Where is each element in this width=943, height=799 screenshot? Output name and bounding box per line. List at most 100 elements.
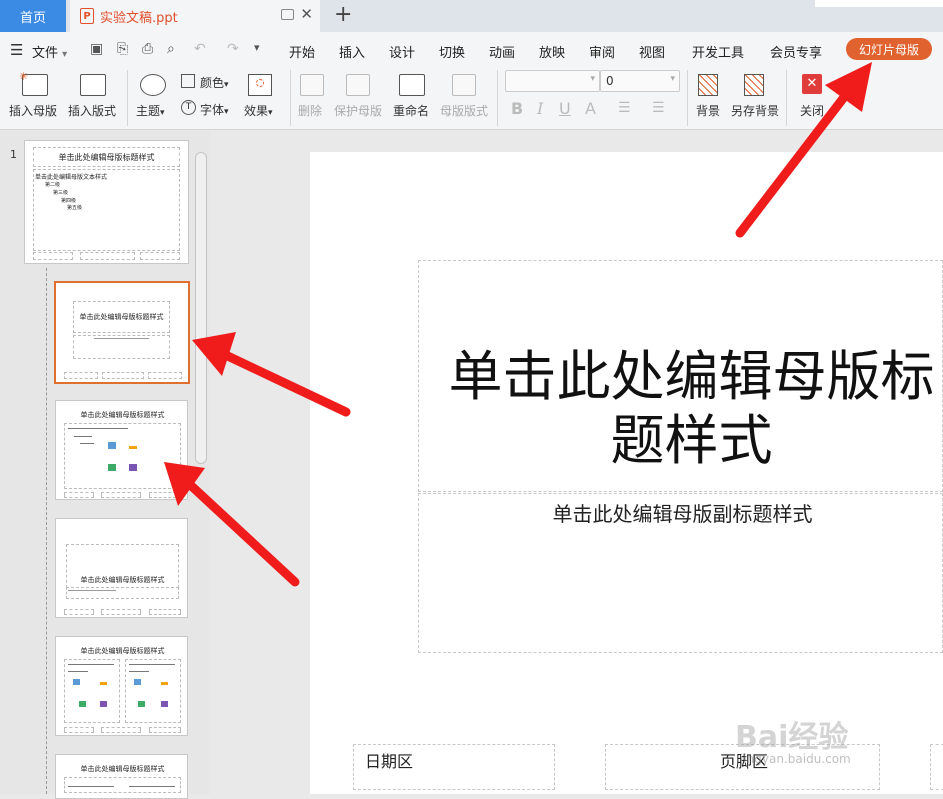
- thumb-title: 单击此处编辑母版标题样式: [80, 576, 165, 584]
- ppt-file-icon: P: [80, 8, 94, 24]
- baidu-watermark: Bai经验: [735, 720, 849, 755]
- watermark-url: jingyan.baidu.com: [740, 752, 851, 766]
- section-layout-thumb[interactable]: 单击此处编辑母版标题样式: [55, 518, 188, 618]
- background-button[interactable]: 背景: [696, 102, 720, 119]
- thumb-body-line: [129, 664, 175, 665]
- effects-button[interactable]: 效果▾: [244, 102, 273, 119]
- save-background-icon[interactable]: [744, 74, 764, 96]
- menu-view[interactable]: 视图: [639, 42, 665, 61]
- separator: [687, 70, 688, 126]
- separator: [290, 70, 291, 126]
- font-color-icon[interactable]: A: [585, 99, 596, 118]
- menu-design[interactable]: 设计: [389, 42, 415, 61]
- delete-button[interactable]: 删除: [298, 102, 322, 119]
- fonts-button[interactable]: 字体▾: [200, 101, 229, 118]
- thumb-date-placeholder: [64, 372, 98, 379]
- slide-number-placeholder[interactable]: [930, 744, 943, 790]
- slide-title: 单击此处编辑母版标题样式: [448, 345, 935, 472]
- menu-review[interactable]: 审阅: [589, 42, 615, 61]
- font-icon: T: [181, 100, 196, 115]
- thumb-footer-placeholder: [101, 727, 141, 733]
- thumb-number-placeholder: [140, 252, 180, 260]
- insert-master-button[interactable]: 插入母版: [9, 102, 57, 119]
- thumb-footer-placeholder: [80, 252, 135, 260]
- menu-member[interactable]: 会员专享: [770, 42, 822, 61]
- content-layout-thumb[interactable]: 单击此处编辑母版标题样式: [55, 400, 188, 500]
- undo-icon[interactable]: ↶: [194, 41, 206, 57]
- slide-master-tab[interactable]: 幻灯片母版: [846, 38, 932, 60]
- master-layout-icon[interactable]: [452, 74, 476, 96]
- table-icon: [108, 464, 116, 471]
- bold-icon[interactable]: B: [511, 99, 523, 118]
- preview-icon[interactable]: ⌕: [167, 41, 175, 57]
- save-background-button[interactable]: 另存背景: [731, 102, 779, 119]
- italic-icon[interactable]: I: [537, 99, 543, 118]
- delete-icon[interactable]: [300, 74, 324, 96]
- thumb-title: 单击此处编辑母版标题样式: [58, 153, 155, 162]
- numbered-list-icon[interactable]: ☰: [652, 100, 665, 116]
- two-content-layout-thumb[interactable]: 单击此处编辑母版标题样式: [55, 636, 188, 736]
- protect-master-button[interactable]: 保护母版: [334, 102, 382, 119]
- font-size-value: 0: [606, 74, 614, 88]
- slides-scrollbar-thumb[interactable]: [195, 152, 207, 464]
- thumb-number-placeholder: [148, 372, 182, 379]
- palette-icon[interactable]: [140, 74, 166, 96]
- picture-icon: [108, 442, 116, 449]
- underline-icon[interactable]: U: [559, 99, 571, 118]
- print-icon[interactable]: ⎙: [142, 41, 153, 57]
- thumb-date-placeholder: [64, 492, 94, 498]
- insert-layout-button[interactable]: 插入版式: [68, 102, 116, 119]
- effects-sparkle-icon: [256, 79, 264, 87]
- close-master-button[interactable]: 关闭: [800, 102, 824, 119]
- thumb-footer-placeholder: [102, 372, 144, 379]
- thumb-number-placeholder: [149, 609, 181, 615]
- theme-button[interactable]: 主题▾: [136, 102, 165, 119]
- font-size-select[interactable]: 0 ▾: [600, 70, 680, 92]
- document-tab[interactable]: P 实验文稿.ppt ✕: [70, 0, 320, 32]
- menu-start[interactable]: 开始: [289, 42, 315, 61]
- menu-animation[interactable]: 动画: [489, 42, 515, 61]
- chart-icon: [100, 679, 107, 685]
- rename-icon[interactable]: [399, 74, 425, 96]
- file-menu[interactable]: 文件 ▾: [32, 42, 67, 61]
- menu-slideshow[interactable]: 放映: [539, 42, 565, 61]
- table-icon: [79, 701, 86, 707]
- more-icon[interactable]: ▾: [254, 41, 260, 54]
- theme-label: 主题: [136, 104, 161, 118]
- menu-transition[interactable]: 切换: [439, 42, 465, 61]
- home-tab[interactable]: 首页: [0, 0, 66, 32]
- star-icon: ✳: [19, 70, 29, 83]
- title-layout-thumb[interactable]: 单击此处编辑母版标题样式: [54, 281, 190, 384]
- thumb-body-line: [68, 671, 88, 672]
- thumb-body-line: 第三级: [53, 190, 69, 196]
- background-icon[interactable]: [698, 74, 718, 96]
- table-icon: [138, 701, 145, 707]
- hamburger-icon[interactable]: ☰: [10, 41, 23, 59]
- comparison-layout-thumb[interactable]: 单击此处编辑母版标题样式: [55, 754, 188, 799]
- master-slide-thumb[interactable]: 单击此处编辑母版标题样式 单击此处编辑母版文本样式 第二级 第三级 第四级 第五…: [24, 140, 189, 264]
- save-icon[interactable]: ▣: [90, 41, 103, 57]
- thumb-date-placeholder: [33, 252, 73, 260]
- rename-button[interactable]: 重命名: [393, 102, 429, 119]
- close-master-icon[interactable]: ✕: [802, 74, 822, 94]
- font-name-select[interactable]: ▾: [505, 70, 600, 92]
- insert-layout-icon[interactable]: [80, 74, 106, 96]
- slide-subtitle: 单击此处编辑母版副标题样式: [552, 502, 813, 526]
- window-icon[interactable]: [281, 9, 294, 20]
- bullet-list-icon[interactable]: ☰: [618, 100, 631, 116]
- redo-icon[interactable]: ↷: [227, 41, 239, 57]
- thumb-footer-placeholder: [101, 492, 141, 498]
- colors-button[interactable]: 颜色▾: [200, 74, 229, 91]
- thumb-title: 单击此处编辑母版标题样式: [80, 411, 165, 419]
- master-layout-button[interactable]: 母版版式: [440, 102, 488, 119]
- protect-master-icon[interactable]: [346, 74, 370, 96]
- chevron-down-icon: ▾: [224, 107, 229, 117]
- menu-developer[interactable]: 开发工具: [692, 42, 744, 61]
- menu-insert[interactable]: 插入: [339, 42, 365, 61]
- export-icon[interactable]: ⎘: [117, 41, 128, 57]
- thumb-body-placeholder: [64, 423, 181, 489]
- thumb-subtitle-line: [68, 590, 116, 591]
- close-tab-icon[interactable]: ✕: [300, 5, 313, 23]
- thumb-left-placeholder: [64, 659, 120, 723]
- new-tab-button[interactable]: +: [334, 2, 352, 27]
